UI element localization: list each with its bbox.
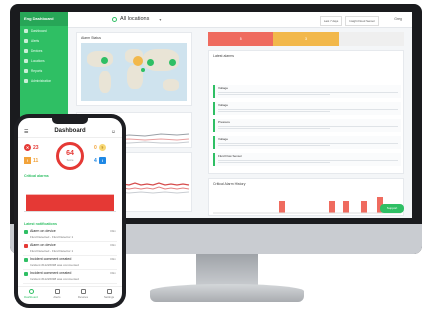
critical-bar [26, 195, 114, 211]
critical-stat[interactable]: ✕ 23 [24, 144, 39, 151]
world-map[interactable] [81, 43, 187, 101]
location-icon [24, 59, 28, 63]
row-line [218, 143, 398, 144]
chevron-down-icon: ▾ [159, 16, 162, 22]
gear-icon [106, 289, 112, 294]
bottom-tab-bar: Dashboard Alerts Devices Settings [18, 286, 122, 304]
monitor-stand-base [150, 284, 304, 302]
critical-alarms-title: Critical alarms [24, 174, 49, 178]
latest-notifications-title: Latest notifications [24, 222, 57, 226]
map-marker-ok[interactable] [147, 59, 154, 66]
severity-summary: 5 3 [208, 32, 404, 46]
map-marker-warning[interactable] [133, 56, 143, 66]
map-marker-ok[interactable] [141, 68, 145, 72]
alarm-row[interactable]: Fluid Flow Sensor [213, 153, 401, 166]
score-gauge: 64 Score [56, 142, 84, 170]
location-pin-icon [112, 16, 117, 22]
phone-header: ☰ Dashboard ☺ [18, 126, 122, 138]
phone-screen: ☰ Dashboard ☺ ✕ 23 ! 11 64 Score 0? 4i Cri… [18, 118, 122, 304]
map-panel: Alarm Status [76, 32, 192, 106]
gear-icon [24, 79, 28, 83]
alarm-row[interactable]: Voltage [213, 102, 401, 115]
tab-dashboard[interactable]: Dashboard [18, 287, 44, 304]
sidebar-item-dashboard[interactable]: Dashboard [20, 26, 68, 36]
warning-count[interactable]: 3 [273, 32, 339, 46]
critical-history-chart [213, 197, 401, 214]
critical-count[interactable]: 5 [208, 32, 274, 46]
user-icon[interactable]: ☺ [111, 129, 116, 135]
map-land [99, 71, 111, 93]
row-line [218, 94, 330, 95]
report-icon [24, 69, 28, 73]
sidebar-item-locations[interactable]: Locations [20, 56, 68, 66]
notification-item[interactable]: Incident comment created Incident #11226… [23, 256, 117, 270]
score-label: Score [66, 159, 74, 162]
latest-alarms-panel: Latest alarms Voltage Voltage Pressure V… [208, 50, 404, 174]
dashboard-icon [24, 29, 28, 33]
user-menu[interactable]: Greg [394, 17, 402, 21]
alarm-stats: ✕ 23 ! 11 64 Score 0? 4i [22, 142, 118, 170]
info-icon: i [98, 157, 106, 164]
alarm-icon [24, 244, 28, 248]
chart-gridline [26, 194, 114, 195]
alarm-icon [24, 230, 28, 234]
row-line [218, 111, 330, 112]
location-selector[interactable]: All locations ▾ [112, 16, 161, 22]
tab-settings[interactable]: Settings [96, 287, 122, 304]
alarm-row[interactable]: Voltage [213, 85, 401, 98]
row-line [218, 126, 398, 127]
phone-notch [52, 118, 88, 124]
map-land [87, 51, 113, 67]
dashboard-icon [28, 289, 34, 294]
alarm-row[interactable]: Pressure [213, 119, 401, 132]
sidebar-item-alerts[interactable]: Alerts [20, 36, 68, 46]
bell-icon [24, 39, 28, 43]
row-line [218, 160, 398, 161]
row-line [218, 145, 330, 146]
alarm-row[interactable]: Voltage [213, 136, 401, 149]
row-line [218, 109, 398, 110]
sidebar-item-administration[interactable]: Administration [20, 76, 68, 86]
notification-item[interactable]: Alarm on device Fluid Detected - Fluid D… [23, 228, 117, 242]
critical-icon: ✕ [24, 144, 31, 151]
critical-history-panel: Critical Alarm History [208, 178, 404, 216]
row-line [218, 162, 330, 163]
device-icon [24, 49, 28, 53]
sidebar-item-devices[interactable]: Devices [20, 46, 68, 56]
map-land [163, 79, 179, 91]
phone-title: Dashboard [54, 128, 86, 134]
tab-devices[interactable]: Devices [70, 287, 96, 304]
map-marker-ok[interactable] [169, 59, 176, 66]
notification-item[interactable]: Alarm on device Fluid Detected - Fluid D… [23, 242, 117, 256]
support-button[interactable]: Support [380, 204, 404, 213]
product-mockup: Eng Dashboard Dashboard Alerts Devices L… [0, 0, 426, 310]
warning-stat[interactable]: ! 11 [24, 157, 38, 164]
notification-item[interactable]: Incident comment created Incident #11226… [23, 270, 117, 284]
info-count[interactable] [338, 32, 404, 46]
sidebar-item-reports[interactable]: Reports [20, 66, 68, 76]
score-value: 64 [66, 150, 74, 157]
tab-alerts[interactable]: Alerts [44, 287, 70, 304]
warning-icon: ! [24, 157, 31, 164]
comment-icon [24, 272, 28, 276]
date-filter[interactable]: Last 7 days [320, 16, 343, 26]
bell-icon [54, 289, 60, 294]
question-icon: ? [98, 144, 106, 151]
map-title: Alarm Status [81, 36, 102, 40]
map-marker-ok[interactable] [101, 57, 108, 64]
row-line [218, 92, 398, 93]
row-line [218, 128, 330, 129]
critical-alarms-chart [24, 182, 116, 212]
monitor-stand-neck [196, 254, 258, 286]
info-stat[interactable]: 4i [94, 157, 108, 164]
filter-row: Last 7 days Insight Flood Sensor [320, 16, 379, 26]
comment-icon [24, 258, 28, 262]
latest-alarms-title: Latest alarms [213, 54, 235, 58]
device-icon [80, 289, 86, 294]
device-filter[interactable]: Insight Flood Sensor [345, 16, 379, 26]
brand-logo[interactable]: Eng Dashboard [20, 12, 68, 26]
ok-stat[interactable]: 0? [94, 144, 108, 151]
